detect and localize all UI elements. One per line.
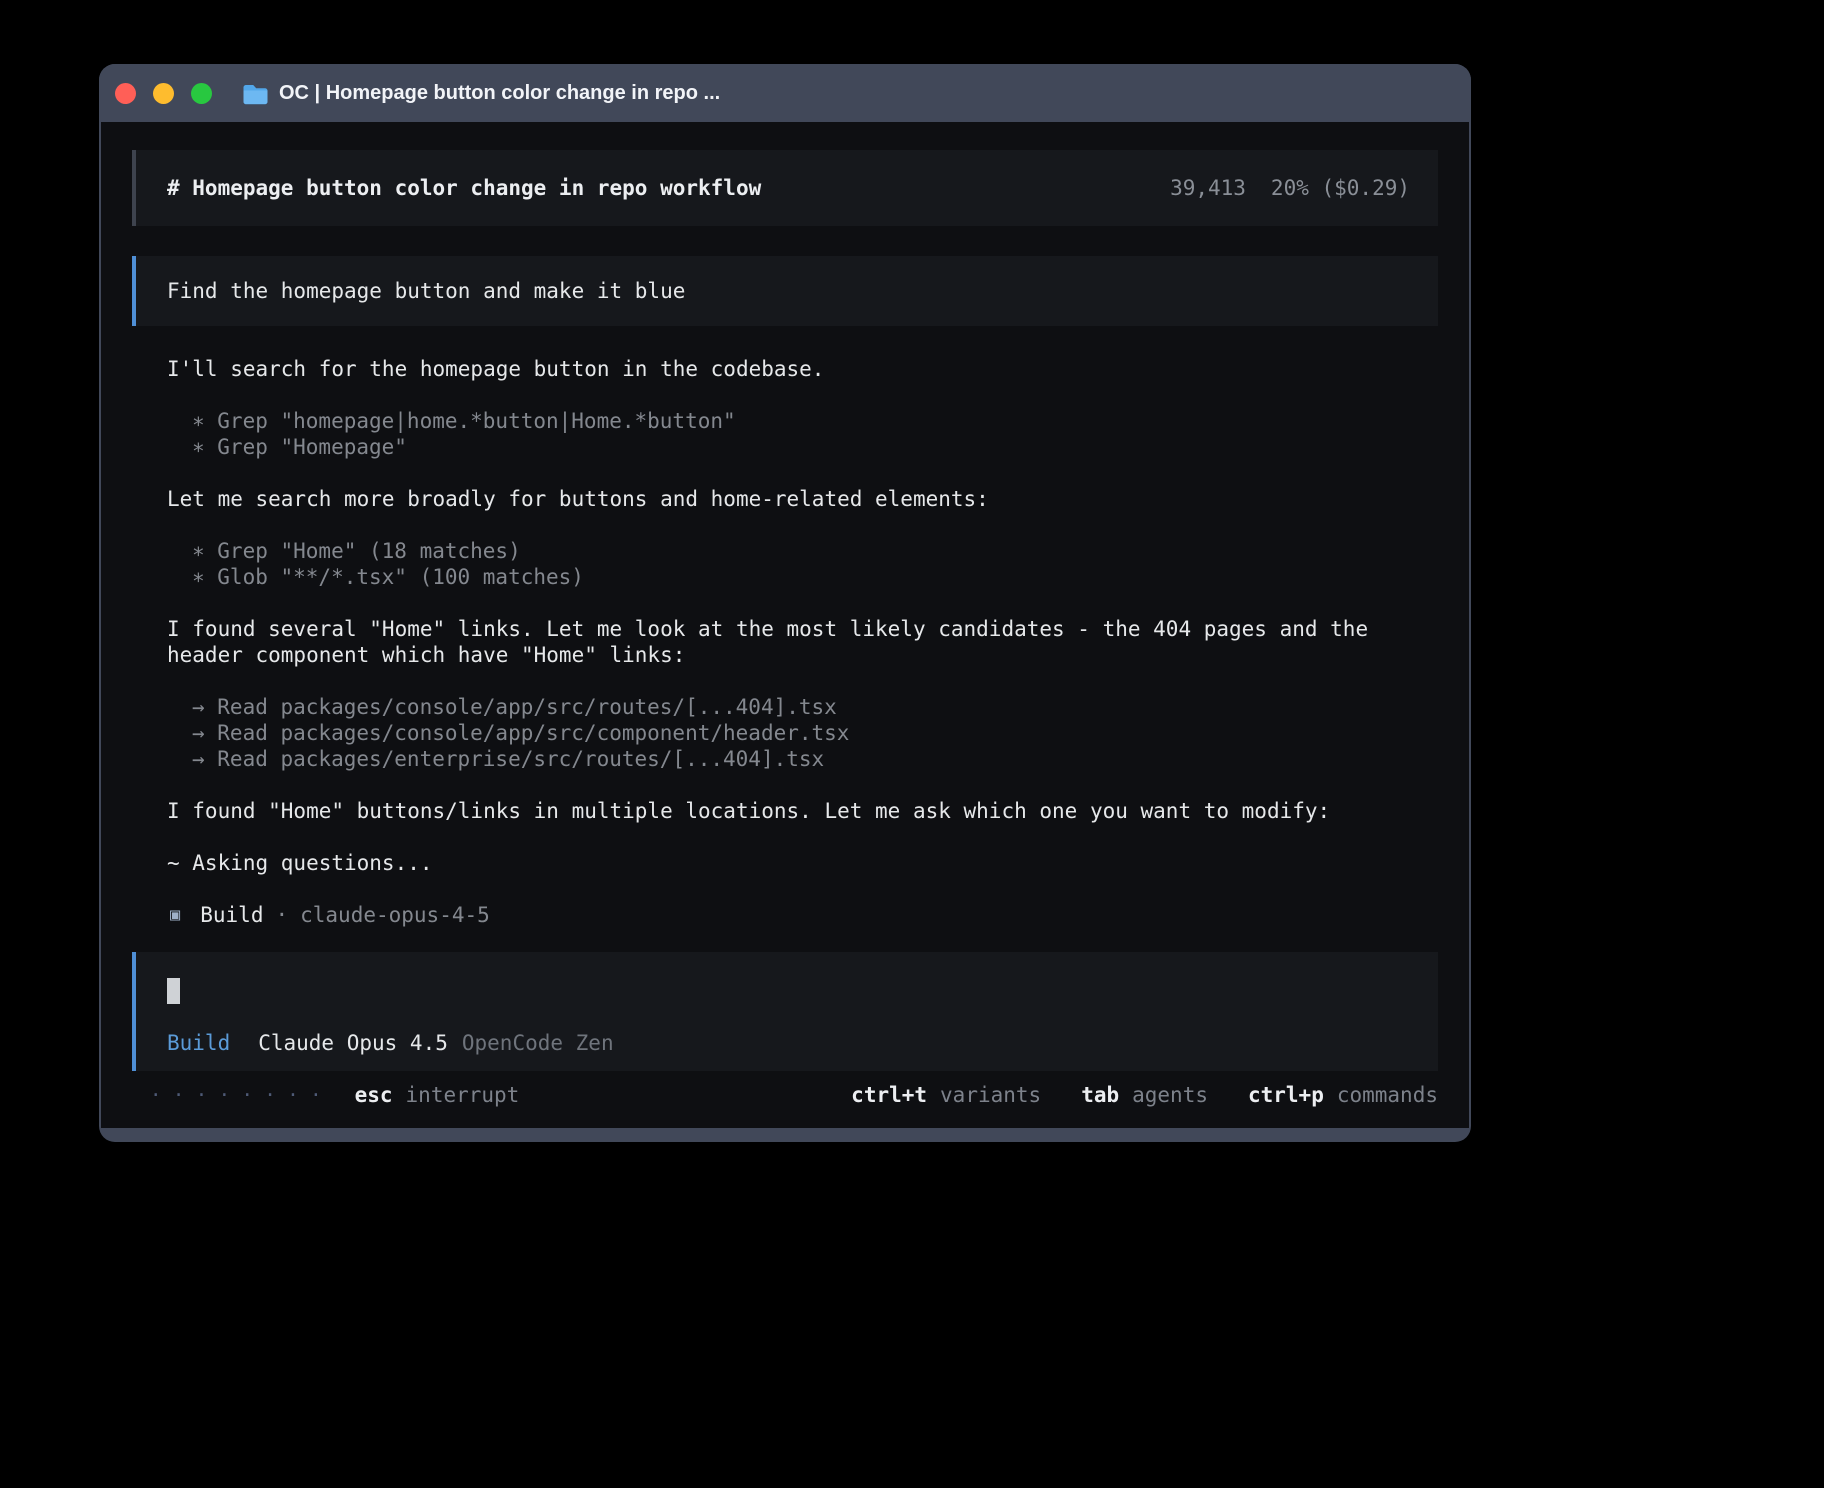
text-cursor xyxy=(167,978,180,1004)
esc-label: interrupt xyxy=(406,1082,520,1108)
session-title: # Homepage button color change in repo w… xyxy=(167,175,761,201)
agent-separator: · xyxy=(275,902,288,928)
agents-label: agents xyxy=(1132,1082,1208,1108)
close-button[interactable] xyxy=(115,83,136,104)
status-bar: · · · · · · · · esc interrupt ctrl+t var… xyxy=(132,1081,1438,1109)
session-header: # Homepage button color change in repo w… xyxy=(132,150,1438,226)
agent-icon: ▣ xyxy=(170,902,180,928)
spinner-dots: · · · · · · · · xyxy=(150,1082,322,1108)
model-label[interactable]: Claude Opus 4.5 xyxy=(258,1030,448,1056)
tool-call-read-1: → Read packages/console/app/src/routes/[… xyxy=(132,694,1438,720)
status-bar-right: ctrl+t variants tab agents ctrl+p comman… xyxy=(851,1082,1438,1108)
tool-call-glob-1: ∗ Glob "**/*.tsx" (100 matches) xyxy=(132,564,1438,590)
tool-call-group-3: → Read packages/console/app/src/routes/[… xyxy=(132,694,1438,772)
tab-key[interactable]: tab xyxy=(1081,1082,1119,1108)
tool-call-read-3: → Read packages/enterprise/src/routes/[.… xyxy=(132,746,1438,772)
tool-call-group-1: ∗ Grep "homepage|home.*button|Home.*butt… xyxy=(132,408,1438,460)
terminal-content: # Homepage button color change in repo w… xyxy=(101,122,1469,1128)
session-stats: 39,413 20% ($0.29) xyxy=(1170,175,1410,201)
tool-call-grep-3: ∗ Grep "Home" (18 matches) xyxy=(132,538,1438,564)
tool-call-group-2: ∗ Grep "Home" (18 matches) ∗ Glob "**/*.… xyxy=(132,538,1438,590)
esc-key[interactable]: esc xyxy=(355,1082,393,1108)
shortcut-commands[interactable]: ctrl+p commands xyxy=(1248,1082,1438,1108)
status-bar-left: · · · · · · · · esc interrupt xyxy=(150,1082,519,1108)
agent-mode-label[interactable]: Build xyxy=(167,1030,230,1056)
provider-label: OpenCode Zen xyxy=(462,1030,614,1056)
folder-icon xyxy=(242,82,269,105)
tool-call-grep-1: ∗ Grep "homepage|home.*button|Home.*butt… xyxy=(132,408,1438,434)
zoom-button[interactable] xyxy=(191,83,212,104)
agent-name: Build xyxy=(200,902,263,928)
user-message: Find the homepage button and make it blu… xyxy=(132,256,1438,326)
ctrl-t-key[interactable]: ctrl+t xyxy=(851,1082,927,1108)
terminal-window: OC | Homepage button color change in rep… xyxy=(99,64,1471,1142)
prompt-input[interactable]: Build Claude Opus 4.5 OpenCode Zen xyxy=(132,952,1438,1071)
agent-status-line: ▣ Build · claude-opus-4-5 xyxy=(132,902,1438,928)
user-message-text: Find the homepage button and make it blu… xyxy=(136,256,1438,326)
shortcut-agents[interactable]: tab agents xyxy=(1081,1082,1208,1108)
titlebar[interactable]: OC | Homepage button color change in rep… xyxy=(99,64,1471,122)
input-mode-row: Build Claude Opus 4.5 OpenCode Zen xyxy=(167,1030,1410,1056)
variants-label: variants xyxy=(940,1082,1041,1108)
window-controls xyxy=(115,83,212,104)
assistant-text-4: I found "Home" buttons/links in multiple… xyxy=(132,798,1438,824)
assistant-text-2: Let me search more broadly for buttons a… xyxy=(132,486,1438,512)
minimize-button[interactable] xyxy=(153,83,174,104)
asking-questions-status: ~ Asking questions... xyxy=(132,850,1438,876)
assistant-text-3: I found several "Home" links. Let me loo… xyxy=(132,616,1438,668)
assistant-text-1: I'll search for the homepage button in t… xyxy=(132,356,1438,382)
ctrl-p-key[interactable]: ctrl+p xyxy=(1248,1082,1324,1108)
title-group: OC | Homepage button color change in rep… xyxy=(242,82,720,105)
shortcut-variants[interactable]: ctrl+t variants xyxy=(851,1082,1041,1108)
tool-call-grep-2: ∗ Grep "Homepage" xyxy=(132,434,1438,460)
commands-label: commands xyxy=(1337,1082,1438,1108)
context-usage: 20% ($0.29) xyxy=(1271,175,1410,201)
token-count: 39,413 xyxy=(1170,175,1246,201)
agent-model: claude-opus-4-5 xyxy=(300,902,490,928)
tool-call-read-2: → Read packages/console/app/src/componen… xyxy=(132,720,1438,746)
window-title: OC | Homepage button color change in rep… xyxy=(279,82,720,105)
